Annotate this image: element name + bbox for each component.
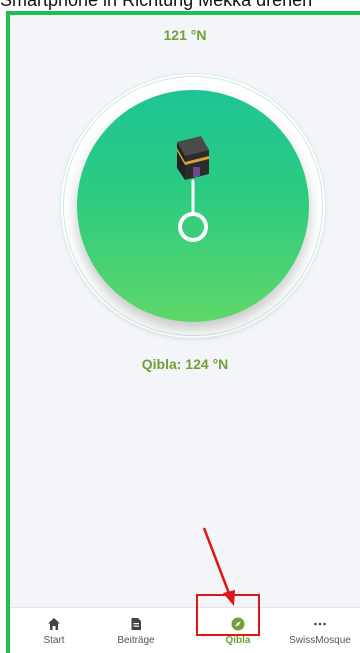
compass-dial bbox=[60, 73, 326, 339]
tab-beitraege[interactable]: Beiträge bbox=[96, 608, 176, 653]
document-icon bbox=[131, 617, 141, 630]
caption: Smartphone in Richtung Mekka drehen bbox=[0, 0, 313, 10]
home-icon bbox=[48, 617, 60, 630]
tab-label: SwissMosque bbox=[289, 634, 351, 646]
tab-swissmosque[interactable]: SwissMosque bbox=[280, 608, 360, 653]
tab-label: Qibla bbox=[225, 634, 251, 646]
phone-screen: 121 °N Qibla: 124 °N Start Beiträge Qibl… bbox=[6, 11, 360, 653]
bottom-tab-bar: Start Beiträge Qibla SwissMosque bbox=[10, 607, 360, 653]
tab-start[interactable]: Start bbox=[14, 608, 94, 653]
tab-label: Beiträge bbox=[117, 634, 155, 646]
qibla-needle bbox=[177, 136, 209, 242]
compass-face bbox=[77, 90, 309, 322]
more-icon bbox=[314, 622, 326, 625]
annotation-highlight-box bbox=[196, 594, 260, 636]
tab-label: Start bbox=[43, 634, 65, 646]
qibla-direction-label: Qibla: 124 °N bbox=[141, 356, 229, 372]
heading-readout: 121 °N bbox=[163, 27, 207, 43]
kaaba-icon bbox=[177, 136, 209, 180]
